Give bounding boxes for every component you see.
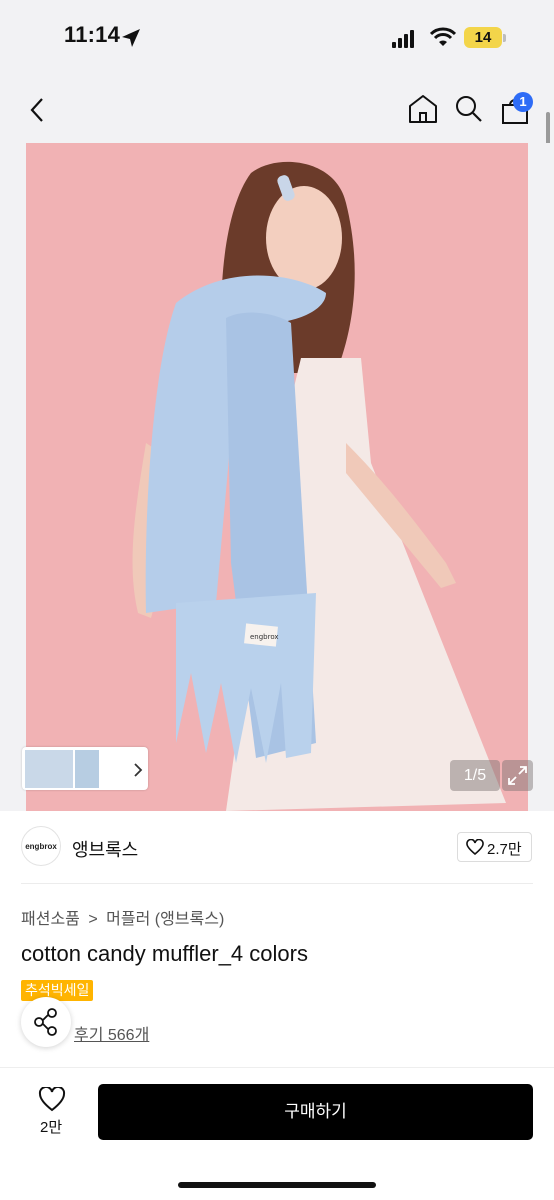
- review-link[interactable]: 후기 566개: [74, 1021, 149, 1045]
- wifi-icon: [430, 27, 456, 46]
- product-photo-illustration: engbrox: [26, 143, 528, 811]
- product-title: cotton candy muffler_4 colors: [21, 941, 308, 966]
- scarf-label-text: engbrox: [250, 633, 279, 641]
- heart-icon: [466, 839, 484, 856]
- status-time: 11:14: [64, 22, 121, 47]
- buy-button[interactable]: 구매하기: [98, 1084, 533, 1140]
- battery-cap: [503, 34, 506, 42]
- thumbnail-image[interactable]: [75, 750, 99, 788]
- share-button[interactable]: [21, 997, 71, 1047]
- image-counter: 1/5: [450, 760, 500, 791]
- product-image[interactable]: engbrox: [26, 143, 528, 811]
- cellular-signal-icon: [392, 30, 414, 48]
- breadcrumb: 패션소품 > 머플러 (앵브록스): [21, 905, 224, 929]
- heart-icon[interactable]: [38, 1087, 66, 1113]
- home-indicator: [178, 1182, 376, 1188]
- divider: [0, 1067, 554, 1068]
- search-icon[interactable]: [455, 95, 483, 123]
- location-arrow-icon: [122, 29, 140, 47]
- breadcrumb-separator: >: [88, 911, 98, 928]
- chevron-right-icon[interactable]: [132, 761, 144, 779]
- wishlist-count: 2만: [40, 1119, 63, 1136]
- thumbnail-image[interactable]: [25, 750, 73, 788]
- home-icon[interactable]: [407, 93, 439, 125]
- brand-logo[interactable]: engbrox: [21, 826, 61, 866]
- fullscreen-button[interactable]: [502, 760, 533, 791]
- brand-like-count: 2.7만: [487, 841, 522, 858]
- breadcrumb-category[interactable]: 패션소품: [21, 911, 80, 928]
- divider: [21, 883, 533, 884]
- cart-badge: 1: [513, 92, 533, 112]
- brand-name[interactable]: 앵브록스: [72, 836, 138, 862]
- share-icon: [34, 1008, 57, 1036]
- back-arrow-icon[interactable]: [28, 97, 48, 123]
- battery-indicator: 14: [464, 27, 502, 48]
- breadcrumb-subcategory[interactable]: 머플러 (앵브록스): [106, 911, 224, 928]
- expand-icon: [508, 766, 527, 785]
